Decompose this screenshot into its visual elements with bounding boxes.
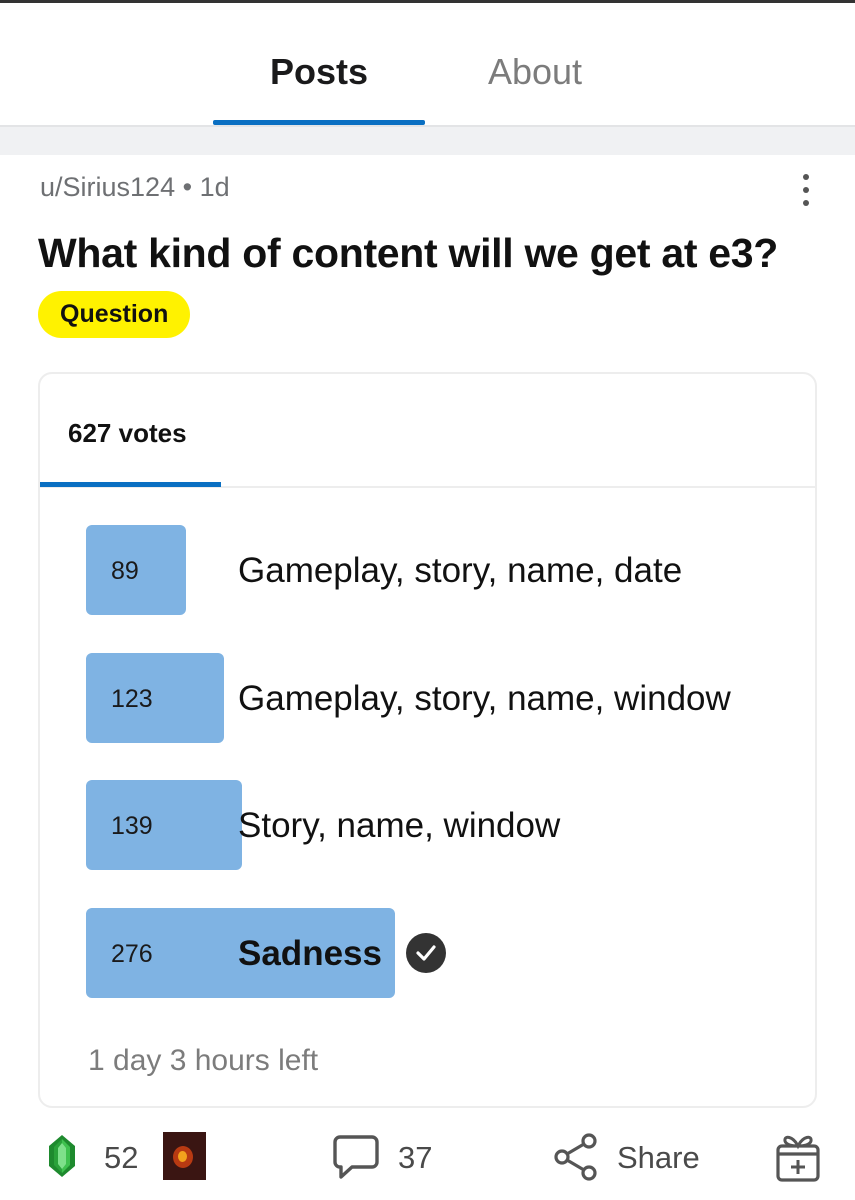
post-flair[interactable]: Question — [38, 291, 191, 338]
poll-vote-count[interactable]: 627 votes — [68, 418, 187, 449]
meta-separator: • — [182, 172, 193, 202]
community-tabs: Posts About — [0, 3, 855, 125]
share-button[interactable]: Share — [617, 1140, 700, 1176]
poll-option[interactable]: 89 Gameplay, story, name, date — [86, 525, 786, 615]
more-vertical-icon[interactable] — [793, 170, 819, 210]
check-circle-icon — [406, 933, 446, 973]
post-action-bar: 52 37 Share — [0, 1120, 855, 1200]
share-icon[interactable] — [553, 1132, 601, 1187]
poll-option[interactable]: 139 Story, name, window — [86, 780, 786, 870]
poll-option-label: Sadness — [238, 934, 382, 973]
poll-option-bar — [86, 780, 242, 870]
tab-posts[interactable]: Posts — [213, 51, 425, 93]
award-icon[interactable] — [163, 1132, 206, 1180]
green-gem-icon[interactable] — [48, 1134, 76, 1183]
poll-option-count: 139 — [111, 812, 153, 840]
post-title[interactable]: What kind of content will we get at e3? — [38, 230, 778, 277]
gift-award-icon[interactable] — [775, 1132, 821, 1187]
poll-option-count: 276 — [111, 940, 153, 968]
poll-option-bar — [86, 653, 224, 743]
poll-option-count: 89 — [111, 557, 139, 585]
section-divider — [0, 125, 855, 155]
upvote-count: 52 — [104, 1140, 139, 1175]
tab-about[interactable]: About — [430, 51, 640, 93]
poll-option-count: 123 — [111, 685, 153, 713]
post-author[interactable]: u/Sirius124 — [40, 172, 175, 202]
post-meta: u/Sirius124 • 1d — [40, 172, 230, 203]
comment-bubble-icon[interactable] — [332, 1134, 380, 1185]
post-age: 1d — [199, 172, 230, 202]
poll-option-winner[interactable]: 276 Sadness — [86, 908, 786, 998]
poll-option-label: Gameplay, story, name, date — [238, 551, 683, 590]
poll-option-label: Story, name, window — [238, 806, 561, 845]
poll-card: 627 votes 89 Gameplay, story, name, date… — [38, 372, 817, 1108]
poll-time-left: 1 day 3 hours left — [88, 1044, 319, 1077]
poll-option[interactable]: 123 Gameplay, story, name, window — [86, 653, 786, 743]
poll-tab-indicator — [40, 482, 221, 487]
comment-count[interactable]: 37 — [398, 1140, 432, 1176]
poll-option-label: Gameplay, story, name, window — [238, 679, 731, 718]
